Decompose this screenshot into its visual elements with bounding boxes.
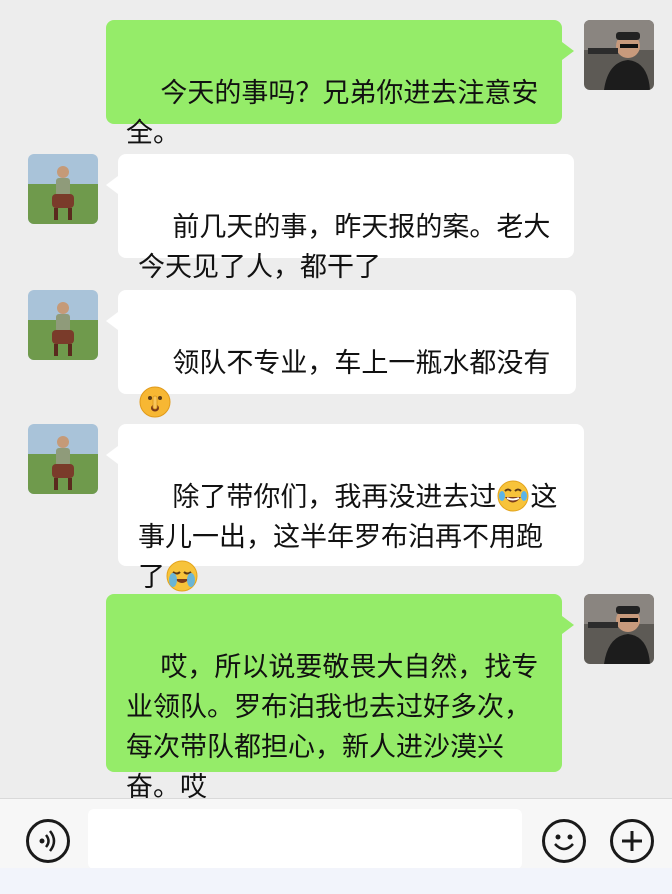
- voice-icon: [39, 830, 56, 852]
- message-bubble-incoming[interactable]: 领队不专业，车上一瓶水都没有: [106, 290, 576, 418]
- message-bubble-incoming[interactable]: 前几天的事，昨天报的案。老大今天见了人，都干了: [106, 154, 574, 283]
- voice-button[interactable]: [26, 819, 70, 863]
- message-bubble-outgoing[interactable]: 今天的事吗？兄弟你进去注意安全。: [106, 20, 574, 149]
- crying-laughing-emoji: [166, 560, 198, 592]
- friend-avatar[interactable]: [28, 424, 98, 494]
- emoji-button[interactable]: [542, 819, 586, 863]
- friend-avatar[interactable]: [28, 154, 98, 224]
- message-text: 前几天的事，昨天报的案。老大今天见了人，都干了: [138, 212, 551, 283]
- tears-of-joy-emoji: [497, 480, 529, 512]
- friend-avatar[interactable]: [28, 290, 98, 360]
- my-avatar[interactable]: [584, 594, 654, 664]
- input-bar: [0, 798, 672, 869]
- message-text: 领队不专业，车上一瓶水都没有: [172, 348, 551, 379]
- message-bubble-incoming[interactable]: 除了带你们，我再没进去过 这事儿一出，这半年罗布泊再不用跑了: [106, 424, 584, 593]
- shushing-face-emoji: [139, 386, 171, 418]
- more-button[interactable]: [610, 819, 654, 863]
- message-input[interactable]: [88, 809, 522, 869]
- message-text: 今天的事吗？兄弟你进去注意安全。: [126, 78, 539, 149]
- message-text: 除了带你们，我再没进去过: [172, 482, 497, 513]
- message-text: 哎，所以说要敬畏大自然，找专业领队。罗布泊我也去过好多次，每次带队都担心，新人进…: [126, 652, 539, 803]
- plus-icon: [622, 831, 642, 851]
- emoji-icon: [554, 834, 574, 851]
- my-avatar[interactable]: [584, 20, 654, 90]
- message-bubble-outgoing[interactable]: 哎，所以说要敬畏大自然，找专业领队。罗布泊我也去过好多次，每次带队都担心，新人进…: [106, 594, 574, 803]
- bottom-safe-area: [0, 868, 672, 894]
- chat-area: 今天的事吗？兄弟你进去注意安全。 前几天的事，昨天报的案。老大今天见了人，都干了: [0, 0, 672, 803]
